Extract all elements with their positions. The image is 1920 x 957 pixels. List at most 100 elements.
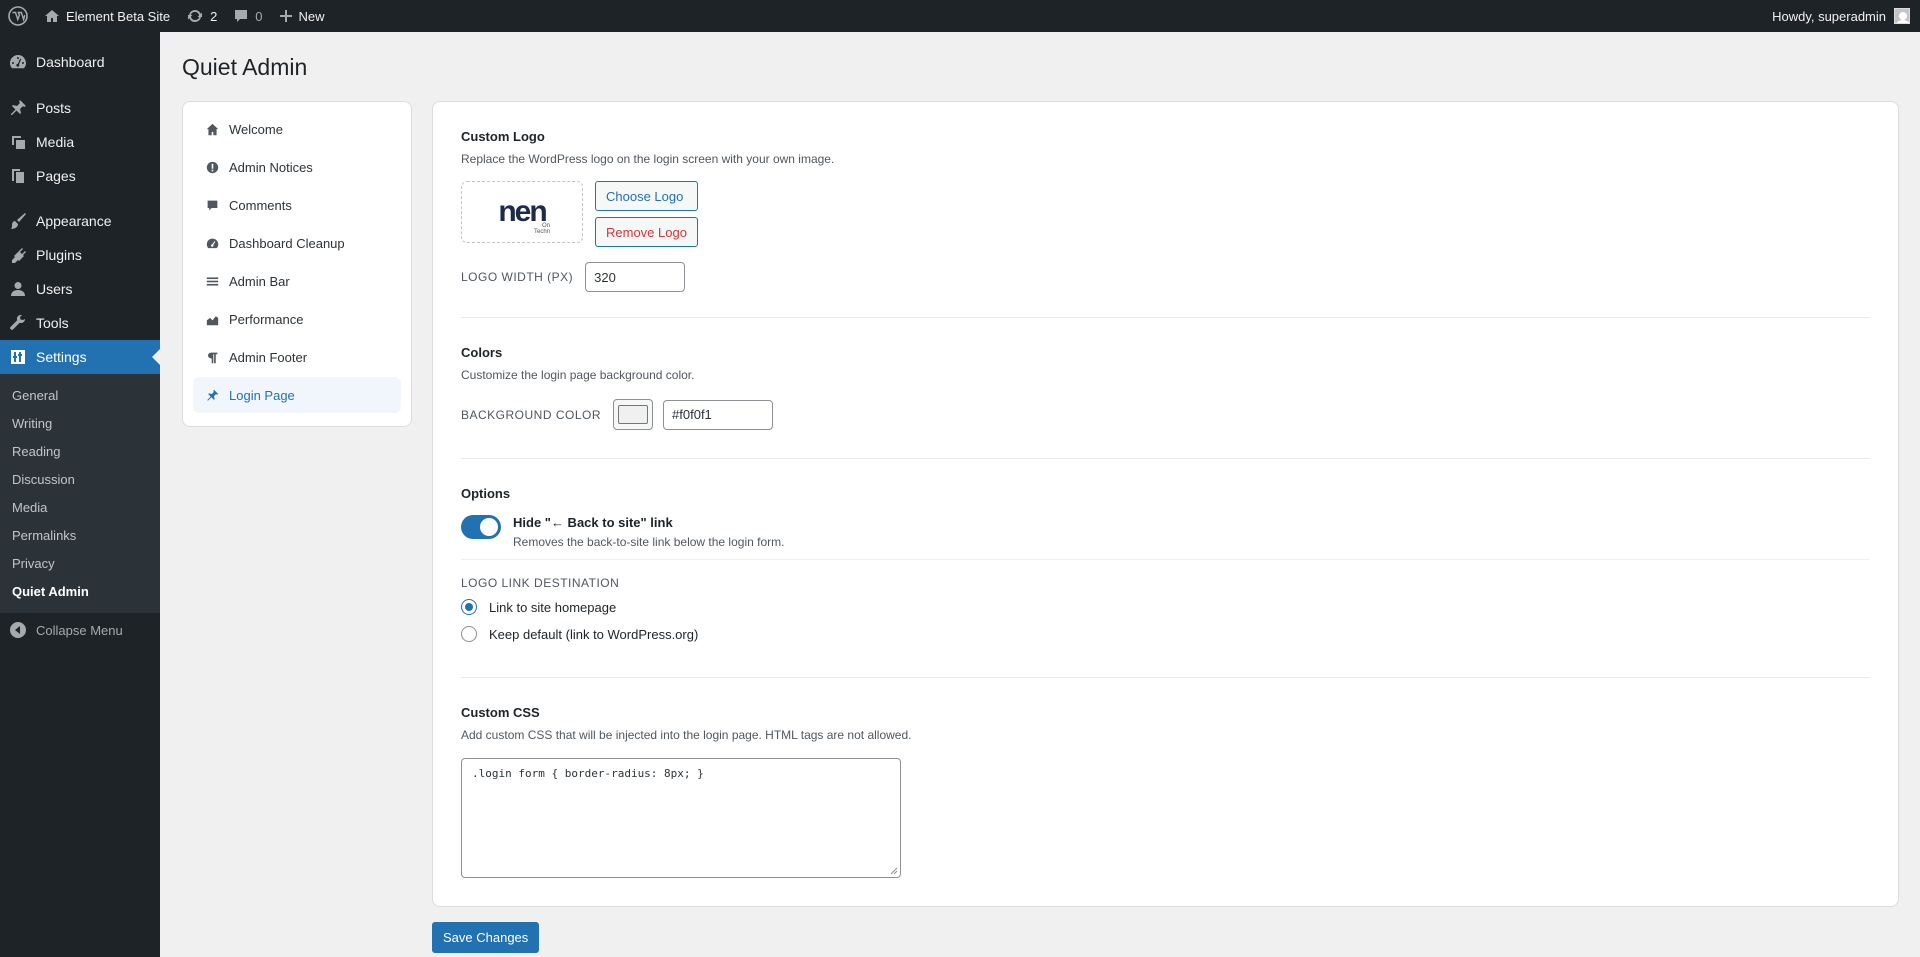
subnav-label: Admin Footer <box>229 349 308 365</box>
menu-item-users[interactable]: Users <box>0 272 160 306</box>
howdy-text: Howdy, superadmin <box>1772 8 1886 24</box>
resize-grip-icon[interactable] <box>890 867 898 875</box>
menu-lines-icon <box>205 274 219 288</box>
submenu-general[interactable]: General <box>0 381 160 409</box>
section-title: Options <box>461 486 511 501</box>
hide-back-link-toggle[interactable] <box>461 515 501 539</box>
subnav-comments[interactable]: Comments <box>193 187 401 223</box>
paragraph-icon <box>205 350 219 364</box>
menu-item-posts[interactable]: Posts <box>0 91 160 125</box>
subnav-label: Performance <box>229 311 304 327</box>
comment-icon <box>235 10 248 22</box>
plugin-subnav: Welcome Admin Notices Comments Dashboard… <box>182 101 412 427</box>
home-icon <box>45 10 59 22</box>
section-title: Custom CSS <box>461 705 540 720</box>
logo-width-input[interactable]: 320 <box>585 262 686 292</box>
menu-item-settings[interactable]: Settings <box>0 340 160 374</box>
choose-logo-button[interactable]: Choose Logo <box>595 181 698 211</box>
custom-css-textarea[interactable]: .login form { border-radius: 8px; } <box>461 758 901 878</box>
menu-item-plugins[interactable]: Plugins <box>0 238 160 272</box>
home-icon <box>205 122 219 136</box>
dashboard-icon <box>8 52 28 72</box>
subnav-label: Admin Notices <box>229 159 313 175</box>
logo-link-destination-label: LOGO LINK DESTINATION <box>461 576 620 590</box>
chart-area-icon <box>205 312 219 326</box>
menu-label: Users <box>36 281 73 297</box>
plug-icon <box>8 245 28 265</box>
new-label: New <box>298 8 325 24</box>
subnav-admin-bar[interactable]: Admin Bar <box>193 263 401 299</box>
section-description: Replace the WordPress logo on the login … <box>461 152 835 166</box>
options-section: Options Hide "← Back to site" link Remov… <box>461 459 1870 678</box>
menu-label: Plugins <box>36 247 82 263</box>
my-account-link[interactable]: Howdy, superadmin <box>1764 0 1920 32</box>
color-picker-button[interactable] <box>613 399 654 430</box>
brush-icon <box>8 211 28 231</box>
settings-panel: Custom Logo Replace the WordPress logo o… <box>432 101 1899 907</box>
submenu-discussion[interactable]: Discussion <box>0 465 160 493</box>
radio-label: Link to site homepage <box>489 599 617 615</box>
site-name-link[interactable]: Element Beta Site <box>36 0 178 32</box>
submenu-permalinks[interactable]: Permalinks <box>0 521 160 549</box>
radio-site-homepage[interactable] <box>461 599 477 615</box>
custom-css-section: Custom CSS Add custom CSS that will be i… <box>461 678 1870 878</box>
gauge-icon <box>205 236 219 250</box>
section-title: Colors <box>461 345 503 360</box>
submenu-reading[interactable]: Reading <box>0 437 160 465</box>
updates-icon <box>188 9 203 23</box>
menu-label: Settings <box>36 349 87 365</box>
custom-logo-section: Custom Logo Replace the WordPress logo o… <box>461 102 1870 318</box>
menu-item-pages[interactable]: Pages <box>0 159 160 193</box>
background-color-label: BACKGROUND COLOR <box>461 407 602 422</box>
wordpress-logo-icon[interactable] <box>0 0 36 32</box>
site-name: Element Beta Site <box>66 8 171 24</box>
background-color-input[interactable]: #f0f0f1 <box>663 399 774 430</box>
settings-icon <box>8 347 28 367</box>
subnav-login-page[interactable]: Login Page <box>193 377 401 413</box>
page-title: Quiet Admin <box>182 54 308 80</box>
subnav-admin-footer[interactable]: Admin Footer <box>193 339 401 375</box>
subnav-welcome[interactable]: Welcome <box>193 111 401 147</box>
section-description: Add custom CSS that will be injected int… <box>461 728 912 742</box>
new-content-link[interactable]: New <box>271 0 333 32</box>
updates-count: 2 <box>210 8 218 24</box>
menu-item-tools[interactable]: Tools <box>0 306 160 340</box>
menu-item-appearance[interactable]: Appearance <box>0 204 160 238</box>
updates-link[interactable]: 2 <box>178 0 225 32</box>
colors-section: Colors Customize the login page backgrou… <box>461 318 1870 459</box>
admin-bar: Element Beta Site 2 0 New Howdy, superad… <box>0 0 1920 32</box>
toggle-description: Removes the back-to-site link below the … <box>513 535 785 549</box>
menu-item-media[interactable]: Media <box>0 125 160 159</box>
save-changes-button[interactable]: Save Changes <box>432 922 540 953</box>
admin-menu: Dashboard Posts Media Pages Appearance P… <box>0 32 160 957</box>
menu-label: Tools <box>36 315 69 331</box>
logo-width-label: LOGO WIDTH (PX) <box>461 270 574 284</box>
submenu-privacy[interactable]: Privacy <box>0 549 160 577</box>
subnav-admin-notices[interactable]: Admin Notices <box>193 149 401 185</box>
toggle-label: Hide "← Back to site" link <box>513 515 673 530</box>
submenu-writing[interactable]: Writing <box>0 409 160 437</box>
submenu-quiet-admin[interactable]: Quiet Admin <box>0 577 160 605</box>
menu-label: Media <box>36 134 75 150</box>
subnav-label: Welcome <box>229 121 283 137</box>
comment-icon <box>205 198 219 212</box>
color-swatch <box>618 405 649 424</box>
section-title: Custom Logo <box>461 129 545 144</box>
user-icon <box>8 279 28 299</box>
subnav-label: Admin Bar <box>229 273 290 289</box>
plus-icon <box>279 10 292 22</box>
menu-label: Appearance <box>36 213 112 229</box>
logo-preview-subtext: On Techn <box>534 223 550 235</box>
menu-item-dashboard[interactable]: Dashboard <box>0 43 160 80</box>
media-icon <box>8 132 28 152</box>
custom-css-value: .login form { border-radius: 8px; } <box>472 767 704 780</box>
subnav-performance[interactable]: Performance <box>193 301 401 337</box>
radio-keep-default[interactable] <box>461 626 477 642</box>
avatar <box>1894 8 1910 24</box>
comments-link[interactable]: 0 <box>225 0 270 32</box>
collapse-arrow-icon <box>8 620 28 640</box>
remove-logo-button[interactable]: Remove Logo <box>595 217 698 247</box>
collapse-menu-button[interactable]: Collapse Menu <box>0 613 160 647</box>
subnav-dashboard-cleanup[interactable]: Dashboard Cleanup <box>193 225 401 261</box>
submenu-media[interactable]: Media <box>0 493 160 521</box>
